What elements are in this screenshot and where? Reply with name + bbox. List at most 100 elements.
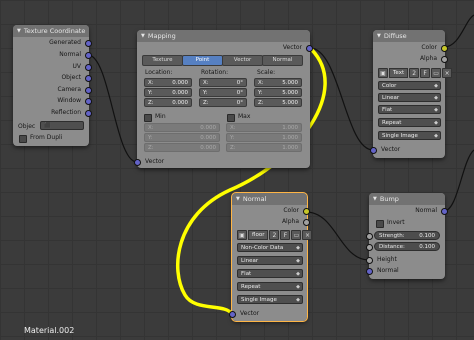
socket-bump-normal-out[interactable] — [441, 208, 448, 215]
collapse-triangle-icon[interactable]: ▼ — [373, 196, 377, 202]
socket-mapping-vector-in[interactable] — [134, 159, 141, 166]
collapse-triangle-icon[interactable]: ▼ — [236, 196, 240, 202]
normal-header[interactable]: ▼ Normal — [232, 193, 307, 205]
projection-dropdown[interactable]: Flat ◆ — [237, 269, 303, 278]
source-dropdown[interactable]: Single Image ◆ — [237, 295, 303, 304]
socket-diffuse-alpha[interactable] — [441, 56, 448, 63]
dropdown-arrow-icon: ◆ — [296, 245, 300, 251]
socket-diffuse-vector-in[interactable] — [370, 147, 377, 154]
mapping-header[interactable]: ▼ Mapping — [137, 30, 310, 42]
socket-camera[interactable] — [85, 87, 92, 94]
socket-generated[interactable] — [85, 40, 92, 47]
min-checkbox[interactable] — [144, 114, 152, 122]
strength-slider[interactable]: Strength: 0.100 — [374, 231, 440, 240]
color-space-dropdown[interactable]: Non-Color Data ◆ — [237, 243, 303, 252]
socket-normal-color[interactable] — [303, 208, 310, 215]
collapse-triangle-icon[interactable]: ▼ — [141, 33, 145, 39]
image-browse-icon[interactable]: ▣ — [237, 230, 247, 240]
socket-object[interactable] — [85, 75, 92, 82]
collapse-triangle-icon[interactable]: ▼ — [17, 28, 21, 34]
image-name[interactable]: floor — [248, 230, 269, 240]
min-x-field[interactable]: X: 0.000 — [144, 123, 220, 132]
open-folder-icon[interactable]: ▭ — [291, 230, 302, 240]
output-normal: Normal — [59, 51, 81, 58]
output-uv: UV — [72, 63, 82, 70]
tab-vector[interactable]: Vector — [222, 55, 263, 66]
scale-x-field[interactable]: X: 5.000 — [254, 78, 302, 87]
socket-distance-in[interactable] — [366, 244, 373, 251]
tab-texture[interactable]: Texture — [142, 55, 183, 66]
location-z-field[interactable]: Z: 0.000 — [144, 98, 192, 107]
socket-height-in[interactable] — [366, 257, 373, 264]
socket-normal-vector-in[interactable] — [229, 311, 236, 318]
object-selector[interactable]: ⬛ — [40, 121, 84, 130]
normal-texture-node[interactable]: ▼ Normal Color Alpha ▣ floor 2 F ▭ × Non… — [229, 192, 313, 322]
open-folder-icon[interactable]: ▭ — [431, 68, 442, 78]
rotation-x-field[interactable]: X: 0° — [199, 78, 247, 87]
texture-coordinate-node[interactable]: ▼ Texture Coordinate Generated Normal UV… — [13, 25, 92, 146]
max-x-field[interactable]: X: 1.000 — [226, 123, 302, 132]
image-selector[interactable]: ▣ Text 2 F ▭ × — [378, 68, 453, 78]
input-height-label: Height — [377, 256, 397, 263]
socket-window[interactable] — [85, 98, 92, 105]
socket-normal[interactable] — [85, 52, 92, 59]
socket-uv[interactable] — [85, 64, 92, 71]
fake-user-button[interactable]: F — [280, 230, 291, 240]
dropdown-arrow-icon: ◆ — [434, 95, 438, 101]
close-icon[interactable]: × — [302, 230, 313, 240]
bump-header[interactable]: ▼ Bump — [369, 193, 445, 205]
socket-diffuse-color[interactable] — [441, 45, 448, 52]
dropdown-arrow-icon: ◆ — [296, 258, 300, 264]
location-x-field[interactable]: X: 0.000 — [144, 78, 192, 87]
max-checkbox[interactable] — [227, 114, 235, 122]
bump-node[interactable]: ▼ Bump Normal Invert Strength: 0.100 Dist… — [366, 193, 448, 279]
source-dropdown[interactable]: Single Image ◆ — [378, 131, 441, 140]
from-dupli-checkbox[interactable] — [19, 135, 27, 143]
invert-checkbox[interactable] — [376, 220, 384, 228]
mapping-node[interactable]: ▼ Mapping Vector Texture Point Vector No… — [134, 30, 313, 168]
texture-coordinate-header[interactable]: ▼ Texture Coordinate — [13, 25, 89, 37]
distance-slider[interactable]: Distance: 0.100 — [374, 242, 440, 251]
image-browse-icon[interactable]: ▣ — [378, 68, 388, 78]
extension-dropdown[interactable]: Repeat ◆ — [237, 282, 303, 291]
color-space-dropdown[interactable]: Color ◆ — [378, 81, 441, 90]
output-color-label: Color — [283, 207, 299, 214]
socket-reflection[interactable] — [85, 110, 92, 117]
interpolation-dropdown[interactable]: Linear ◆ — [378, 93, 441, 102]
location-y-field[interactable]: Y: 0.000 — [144, 88, 192, 97]
rotation-y-field[interactable]: Y: 0° — [199, 88, 247, 97]
link-normal-to-bump — [305, 211, 370, 261]
socket-bump-normal-in[interactable] — [366, 268, 373, 275]
min-y-field[interactable]: Y: 0.000 — [144, 133, 220, 142]
image-selector[interactable]: ▣ floor 2 F ▭ × — [237, 230, 313, 240]
dropdown-arrow-icon: ◆ — [434, 133, 438, 139]
node-title: Bump — [379, 195, 399, 203]
collapse-triangle-icon[interactable]: ▼ — [377, 33, 381, 39]
socket-mapping-vector-out[interactable] — [306, 45, 313, 52]
input-vector-label: Vector — [381, 146, 401, 153]
image-name[interactable]: Text — [389, 68, 409, 78]
output-normal-label: Normal — [415, 207, 437, 214]
interpolation-dropdown[interactable]: Linear ◆ — [237, 256, 303, 265]
socket-normal-alpha[interactable] — [303, 219, 310, 226]
max-y-field[interactable]: Y: 1.000 — [226, 133, 302, 142]
image-users-count[interactable]: 2 — [409, 68, 420, 78]
rotation-z-field[interactable]: Z: 0° — [199, 98, 247, 107]
scale-z-field[interactable]: Z: 5.000 — [254, 98, 302, 107]
projection-dropdown[interactable]: Flat ◆ — [378, 105, 441, 114]
image-users-count[interactable]: 2 — [269, 230, 280, 240]
socket-strength-in[interactable] — [366, 233, 373, 240]
min-z-field[interactable]: Z: 0.000 — [144, 143, 220, 152]
fake-user-button[interactable]: F — [420, 68, 431, 78]
close-icon[interactable]: × — [442, 68, 453, 78]
diffuse-header[interactable]: ▼ Diffuse — [373, 30, 445, 42]
material-name: Material.002 — [24, 326, 75, 335]
scale-y-field[interactable]: Y: 5.000 — [254, 88, 302, 97]
extension-dropdown[interactable]: Repeat ◆ — [378, 118, 441, 127]
diffuse-texture-node[interactable]: ▼ Diffuse Color Alpha ▣ Text 2 F ▭ × Col… — [370, 30, 453, 158]
max-z-field[interactable]: Z: 1.000 — [226, 143, 302, 152]
max-label: Max — [238, 113, 251, 120]
tab-point[interactable]: Point — [182, 55, 223, 66]
tab-normal[interactable]: Normal — [262, 55, 303, 66]
output-reflection: Reflection — [51, 109, 81, 116]
